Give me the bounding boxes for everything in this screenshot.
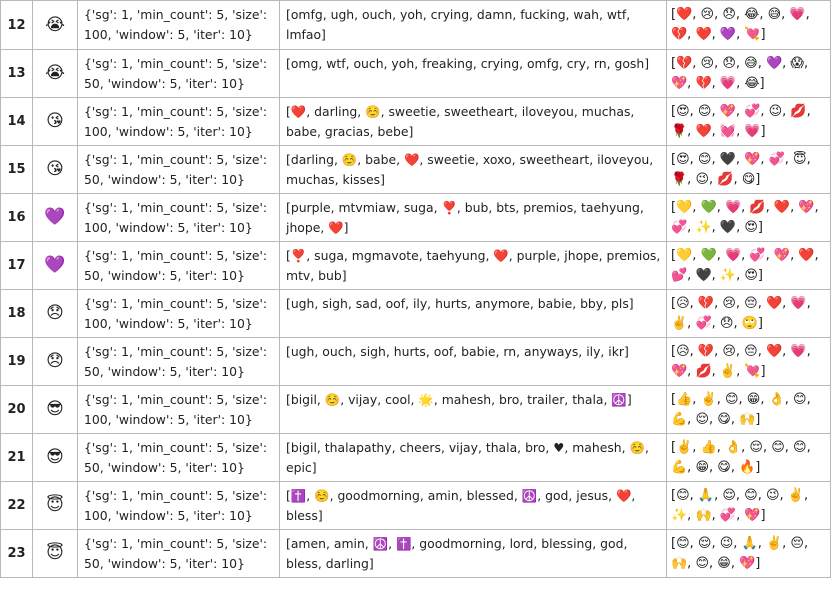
table-row: 12 😭 {'sg': 1, 'min_count': 5, 'size': 1… <box>0 0 831 50</box>
similar-words: [✝️, ☺️, goodmorning, amin, blessed, ☮️,… <box>279 481 667 530</box>
emoji-similarity-table: 12 😭 {'sg': 1, 'min_count': 5, 'size': 1… <box>0 0 831 578</box>
similar-emojis: [✌️, 👍, 👌, 😌, 😊, 😊, 💪, 😁, 😋, 🔥] <box>666 433 831 482</box>
table-row: 18 😞 {'sg': 1, 'min_count': 5, 'size': 1… <box>0 289 831 338</box>
row-number: 15 <box>0 145 33 194</box>
model-params: {'sg': 1, 'min_count': 5, 'size': 100, '… <box>77 385 280 434</box>
target-emoji: 😇 <box>32 529 78 578</box>
similar-emojis: [😥, 💔, 😢, 😔, ❤️, 💗, 💖, 💋, ✌️, 💘] <box>666 337 831 386</box>
table-row: 21 😎 {'sg': 1, 'min_count': 5, 'size': 5… <box>0 433 831 482</box>
similar-emojis: [👍, ✌️, 😊, 😁, 👌, 😊, 💪, 😌, 😋, 🙌] <box>666 385 831 434</box>
similar-words: [bigil, ☺️, vijay, cool, 🌟, mahesh, bro,… <box>279 385 667 434</box>
target-emoji: 💜 <box>32 193 78 242</box>
similar-words: [❤️, darling, ☺️, sweetie, sweetheart, i… <box>279 97 667 146</box>
similar-words: [amen, amin, ☮️, ✝️, goodmorning, lord, … <box>279 529 667 578</box>
row-number: 21 <box>0 433 33 482</box>
row-number: 23 <box>0 529 33 578</box>
row-number: 20 <box>0 385 33 434</box>
table-row: 22 😇 {'sg': 1, 'min_count': 5, 'size': 1… <box>0 481 831 530</box>
similar-emojis: [💛, 💚, 💗, 💞, 💖, ❤️, 💕, 🖤, ✨, 😍] <box>666 241 831 290</box>
table-row: 19 😞 {'sg': 1, 'min_count': 5, 'size': 5… <box>0 337 831 386</box>
model-params: {'sg': 1, 'min_count': 5, 'size': 50, 'w… <box>77 337 280 386</box>
table-row: 23 😇 {'sg': 1, 'min_count': 5, 'size': 5… <box>0 529 831 578</box>
row-number: 16 <box>0 193 33 242</box>
target-emoji: 😞 <box>32 337 78 386</box>
row-number: 14 <box>0 97 33 146</box>
similar-words: [omfg, ugh, ouch, yoh, crying, damn, fuc… <box>279 0 667 50</box>
similar-words: [omg, wtf, ouch, yoh, freaking, crying, … <box>279 49 667 98</box>
similar-words: [ugh, ouch, sigh, hurts, oof, babie, rn,… <box>279 337 667 386</box>
model-params: {'sg': 1, 'min_count': 5, 'size': 50, 'w… <box>77 529 280 578</box>
model-params: {'sg': 1, 'min_count': 5, 'size': 100, '… <box>77 481 280 530</box>
table-row: 20 😎 {'sg': 1, 'min_count': 5, 'size': 1… <box>0 385 831 434</box>
similar-emojis: [😍, 😊, 💖, 💞, 😉, 💋, 🌹, ❤️, 💓, 💗] <box>666 97 831 146</box>
similar-words: [darling, ☺️, babe, ❤️, sweetie, xoxo, s… <box>279 145 667 194</box>
target-emoji: 😞 <box>32 289 78 338</box>
row-number: 18 <box>0 289 33 338</box>
table-row: 15 😘 {'sg': 1, 'min_count': 5, 'size': 5… <box>0 145 831 194</box>
target-emoji: 😎 <box>32 385 78 434</box>
similar-words: [purple, mtvmiaw, suga, ❣️, bub, bts, pr… <box>279 193 667 242</box>
model-params: {'sg': 1, 'min_count': 5, 'size': 50, 'w… <box>77 49 280 98</box>
similar-emojis: [💛, 💚, 💗, 💋, ❤️, 💖, 💞, ✨, 🖤, 😍] <box>666 193 831 242</box>
table-row: 16 💜 {'sg': 1, 'min_count': 5, 'size': 1… <box>0 193 831 242</box>
model-params: {'sg': 1, 'min_count': 5, 'size': 50, 'w… <box>77 145 280 194</box>
target-emoji: 😘 <box>32 97 78 146</box>
target-emoji: 😭 <box>32 49 78 98</box>
target-emoji: 😘 <box>32 145 78 194</box>
similar-emojis: [😊, 🙏, 😌, 😊, 😉, ✌️, ✨, 🙌, 💞, 💖] <box>666 481 831 530</box>
table-row: 17 💜 {'sg': 1, 'min_count': 5, 'size': 5… <box>0 241 831 290</box>
similar-words: [❣️, suga, mgmavote, taehyung, ❤️, purpl… <box>279 241 667 290</box>
table-row: 14 😘 {'sg': 1, 'min_count': 5, 'size': 1… <box>0 97 831 146</box>
model-params: {'sg': 1, 'min_count': 5, 'size': 50, 'w… <box>77 241 280 290</box>
target-emoji: 😭 <box>32 0 78 50</box>
target-emoji: 😎 <box>32 433 78 482</box>
target-emoji: 😇 <box>32 481 78 530</box>
similar-emojis: [😍, 😊, 🖤, 💖, 💞, 😇, 🌹, 😉, 💋, 😋] <box>666 145 831 194</box>
similar-emojis: [😥, 💔, 😢, 😔, ❤️, 💗, ✌️, 💞, 😞, 🙄] <box>666 289 831 338</box>
row-number: 12 <box>0 0 33 50</box>
model-params: {'sg': 1, 'min_count': 5, 'size': 100, '… <box>77 193 280 242</box>
table-row: 13 😭 {'sg': 1, 'min_count': 5, 'size': 5… <box>0 49 831 98</box>
row-number: 19 <box>0 337 33 386</box>
row-number: 17 <box>0 241 33 290</box>
model-params: {'sg': 1, 'min_count': 5, 'size': 100, '… <box>77 97 280 146</box>
similar-emojis: [💔, 😢, 😞, 😅, 💜, 😱, 💖, 💔, 💗, 😂] <box>666 49 831 98</box>
similar-emojis: [❤️, 😢, 😞, 😂, 😅, 💗, 💔, ❤️, 💜, 💘] <box>666 0 831 50</box>
similar-emojis: [😊, 😌, 😉, 🙏, ✌️, 😔, 🙌, 😊, 😁, 💖] <box>666 529 831 578</box>
model-params: {'sg': 1, 'min_count': 5, 'size': 100, '… <box>77 0 280 50</box>
row-number: 22 <box>0 481 33 530</box>
target-emoji: 💜 <box>32 241 78 290</box>
row-number: 13 <box>0 49 33 98</box>
similar-words: [ugh, sigh, sad, oof, ily, hurts, anymor… <box>279 289 667 338</box>
model-params: {'sg': 1, 'min_count': 5, 'size': 50, 'w… <box>77 433 280 482</box>
model-params: {'sg': 1, 'min_count': 5, 'size': 100, '… <box>77 289 280 338</box>
similar-words: [bigil, thalapathy, cheers, vijay, thala… <box>279 433 667 482</box>
